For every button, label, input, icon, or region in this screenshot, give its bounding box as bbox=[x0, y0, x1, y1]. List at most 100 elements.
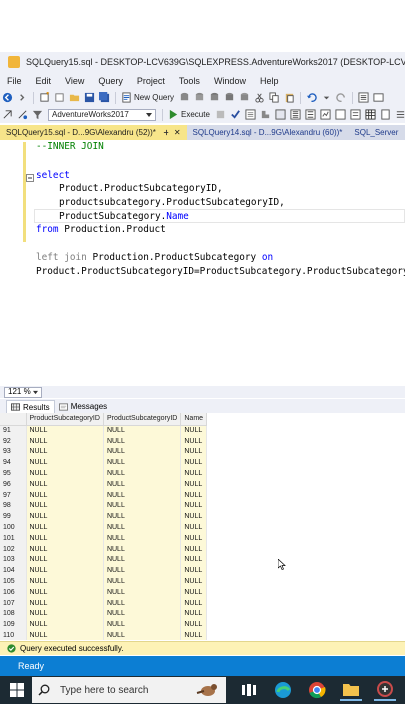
row-number-cell[interactable]: 103 bbox=[0, 554, 27, 566]
menu-view[interactable]: View bbox=[58, 76, 91, 86]
table-cell[interactable]: NULL bbox=[180, 619, 208, 631]
table-cell[interactable]: NULL bbox=[180, 608, 208, 620]
table-cell[interactable]: NULL bbox=[26, 435, 104, 447]
table-row[interactable]: 109 NULL NULL NULL bbox=[0, 619, 208, 631]
table-cell[interactable]: NULL bbox=[26, 468, 104, 479]
intellisense-icon[interactable] bbox=[290, 109, 301, 120]
table-cell[interactable]: NULL bbox=[26, 500, 104, 512]
table-cell[interactable]: NULL bbox=[103, 446, 182, 458]
analysis-query-icon[interactable] bbox=[194, 92, 205, 103]
menu-help[interactable]: Help bbox=[253, 76, 286, 86]
table-cell[interactable]: NULL bbox=[103, 500, 182, 512]
table-row[interactable]: 96 NULL NULL NULL bbox=[0, 478, 208, 490]
forward-arrow-icon[interactable] bbox=[17, 92, 28, 103]
table-cell[interactable]: NULL bbox=[26, 446, 104, 458]
connect-icon[interactable] bbox=[2, 109, 13, 120]
results-to-text-icon[interactable] bbox=[350, 109, 361, 120]
table-cell[interactable]: NULL bbox=[26, 586, 104, 598]
table-row[interactable]: 101 NULL NULL NULL bbox=[0, 532, 208, 544]
table-row[interactable]: 91 NULL NULL NULL bbox=[0, 425, 208, 436]
row-number-cell[interactable]: 95 bbox=[0, 468, 27, 479]
menu-window[interactable]: Window bbox=[207, 76, 253, 86]
tab-sqlquery14[interactable]: SQLQuery14.sql - D...9G\Alexandru (60))* bbox=[187, 125, 349, 140]
back-arrow-icon[interactable] bbox=[2, 92, 13, 103]
table-cell[interactable]: NULL bbox=[103, 489, 182, 501]
table-row[interactable]: 107 NULL NULL NULL bbox=[0, 597, 208, 609]
table-row[interactable]: 102 NULL NULL NULL bbox=[0, 543, 208, 555]
table-cell[interactable]: NULL bbox=[26, 619, 104, 631]
table-cell[interactable]: NULL bbox=[180, 478, 208, 490]
table-cell[interactable]: NULL bbox=[180, 435, 208, 447]
new-query-button[interactable]: New Query bbox=[134, 93, 174, 102]
query-editor[interactable]: --INNER JOIN select Product.ProductSubca… bbox=[0, 140, 405, 386]
row-number-cell[interactable]: 105 bbox=[0, 576, 27, 587]
table-cell[interactable]: NULL bbox=[180, 468, 208, 479]
edge-browser-button[interactable] bbox=[272, 679, 294, 701]
execute-icon[interactable] bbox=[168, 109, 179, 120]
table-cell[interactable]: NULL bbox=[103, 457, 182, 469]
close-tab-button[interactable]: ✕ bbox=[174, 125, 181, 140]
table-cell[interactable]: NULL bbox=[180, 522, 208, 533]
save-icon[interactable] bbox=[84, 92, 95, 103]
file-explorer-button[interactable] bbox=[340, 679, 362, 701]
table-cell[interactable]: NULL bbox=[26, 511, 104, 523]
taskbar-search[interactable]: Type here to search bbox=[32, 677, 226, 703]
comment-lines-icon[interactable] bbox=[395, 109, 405, 120]
table-cell[interactable]: NULL bbox=[180, 532, 208, 544]
table-row[interactable]: 93 NULL NULL NULL bbox=[0, 446, 208, 458]
collapse-icon[interactable] bbox=[26, 174, 34, 182]
client-stats-icon[interactable] bbox=[335, 109, 346, 120]
copy-icon[interactable] bbox=[269, 92, 280, 103]
table-cell[interactable]: NULL bbox=[180, 511, 208, 523]
row-number-cell[interactable]: 94 bbox=[0, 457, 27, 469]
table-cell[interactable]: NULL bbox=[26, 554, 104, 566]
menu-edit[interactable]: Edit bbox=[29, 76, 59, 86]
stop-icon[interactable] bbox=[215, 109, 226, 120]
row-number-cell[interactable]: 104 bbox=[0, 565, 27, 577]
table-cell[interactable]: NULL bbox=[180, 500, 208, 512]
table-row[interactable]: 104 NULL NULL NULL bbox=[0, 565, 208, 577]
table-row[interactable]: 103 NULL NULL NULL bbox=[0, 554, 208, 566]
table-cell[interactable]: NULL bbox=[180, 554, 208, 566]
row-number-cell[interactable]: 101 bbox=[0, 532, 27, 544]
table-cell[interactable]: NULL bbox=[103, 586, 182, 598]
table-cell[interactable]: NULL bbox=[26, 489, 104, 501]
table-cell[interactable]: NULL bbox=[26, 522, 104, 533]
row-number-cell[interactable]: 106 bbox=[0, 586, 27, 598]
menu-tools[interactable]: Tools bbox=[172, 76, 207, 86]
table-cell[interactable]: NULL bbox=[103, 435, 182, 447]
cut-icon[interactable] bbox=[254, 92, 265, 103]
table-cell[interactable]: NULL bbox=[103, 597, 182, 609]
tab-sql-server[interactable]: SQL_Server bbox=[348, 125, 404, 140]
solution-explorer-icon[interactable] bbox=[358, 92, 369, 103]
table-cell[interactable]: NULL bbox=[103, 543, 182, 555]
column-header[interactable]: ProductSubcategoryID bbox=[26, 413, 104, 426]
estimated-plan-icon[interactable] bbox=[260, 109, 271, 120]
table-cell[interactable]: NULL bbox=[26, 457, 104, 469]
database-selector[interactable]: AdventureWorks2017 bbox=[48, 108, 156, 121]
undo-dropdown-icon[interactable] bbox=[321, 92, 332, 103]
table-cell[interactable]: NULL bbox=[26, 532, 104, 544]
column-header[interactable]: Name bbox=[180, 413, 208, 426]
table-cell[interactable]: NULL bbox=[103, 468, 182, 479]
tab-results[interactable]: Results bbox=[6, 400, 55, 413]
table-cell[interactable]: NULL bbox=[103, 630, 182, 640]
database-query-icon[interactable] bbox=[179, 92, 190, 103]
chrome-browser-button[interactable] bbox=[306, 679, 328, 701]
task-view-button[interactable] bbox=[238, 679, 260, 701]
table-cell[interactable]: NULL bbox=[103, 522, 182, 533]
row-number-cell[interactable]: 109 bbox=[0, 619, 27, 631]
windows-start-icon[interactable] bbox=[10, 683, 24, 697]
table-row[interactable]: 92 NULL NULL NULL bbox=[0, 435, 208, 447]
actual-plan-icon[interactable] bbox=[305, 109, 316, 120]
table-cell[interactable]: NULL bbox=[103, 425, 182, 436]
results-to-file-icon[interactable] bbox=[380, 109, 391, 120]
table-cell[interactable]: NULL bbox=[103, 565, 182, 577]
paste-icon[interactable] bbox=[284, 92, 295, 103]
table-cell[interactable]: NULL bbox=[180, 576, 208, 587]
row-number-cell[interactable]: 107 bbox=[0, 597, 27, 609]
table-cell[interactable]: NULL bbox=[180, 597, 208, 609]
row-number-cell[interactable]: 102 bbox=[0, 543, 27, 555]
column-header[interactable]: ProductSubcategoryID bbox=[103, 413, 182, 426]
table-cell[interactable]: NULL bbox=[26, 425, 104, 436]
